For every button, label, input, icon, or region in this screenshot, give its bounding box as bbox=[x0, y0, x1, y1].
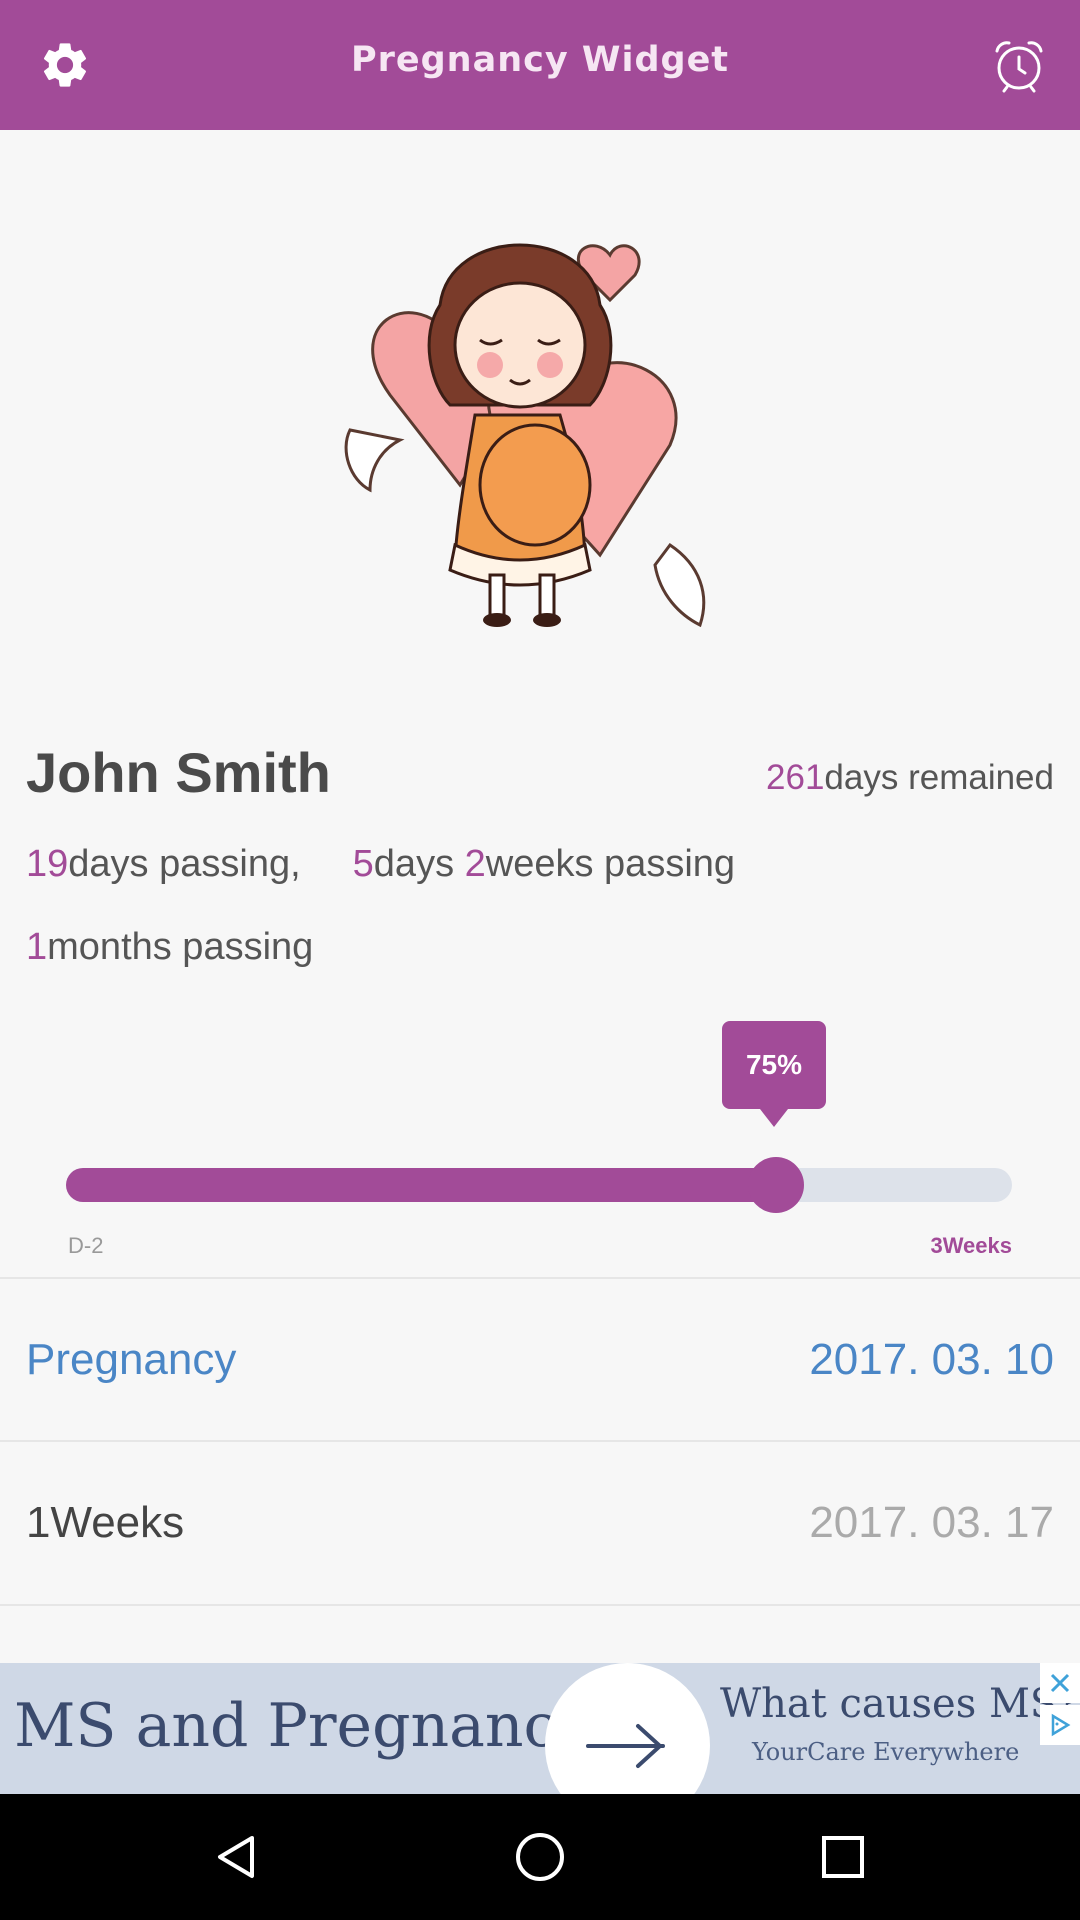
progress-percent-bubble: 75% bbox=[722, 1021, 826, 1127]
progress-bar[interactable] bbox=[66, 1157, 1012, 1213]
progress-fill bbox=[66, 1168, 776, 1202]
progress-start-label: D-2 bbox=[68, 1233, 104, 1258]
progress-end-label: 3Weeks bbox=[930, 1233, 1012, 1258]
ad-sponsor: YourCare Everywhere bbox=[752, 1738, 1020, 1766]
days-label: days bbox=[373, 843, 455, 885]
app-bar: Pregnancy Widget bbox=[0, 0, 1080, 130]
list-item-week[interactable]: 1Weeks 2017. 03. 17 bbox=[0, 1442, 1080, 1604]
days-number: 5 bbox=[352, 843, 374, 885]
ad-arrow-button[interactable] bbox=[545, 1663, 710, 1794]
ad-close-button[interactable] bbox=[1040, 1663, 1080, 1703]
days-remained-label: days remained bbox=[824, 758, 1054, 797]
ad-banner[interactable]: MS and Pregnancy What causes MS? YourCar… bbox=[0, 1663, 1080, 1794]
home-circle-icon bbox=[516, 1833, 564, 1881]
weeks-number: 2 bbox=[464, 843, 486, 885]
divider bbox=[0, 1604, 1080, 1606]
list-item-date: 2017. 03. 10 bbox=[809, 1335, 1054, 1384]
months-passing-label: months passing bbox=[47, 926, 314, 968]
ad-title: MS and Pregnancy bbox=[14, 1691, 592, 1761]
days-passing-label: days passing, bbox=[68, 843, 301, 885]
weeks-passing-label: weeks passing bbox=[485, 843, 736, 885]
progress-thumb[interactable] bbox=[747, 1157, 804, 1213]
close-icon bbox=[1050, 1673, 1070, 1693]
back-triangle-icon bbox=[218, 1836, 254, 1878]
user-name: John Smith bbox=[26, 741, 331, 804]
list-item-pregnancy[interactable]: Pregnancy 2017. 03. 10 bbox=[0, 1279, 1080, 1441]
app-title: Pregnancy Widget bbox=[350, 40, 730, 80]
back-button[interactable] bbox=[202, 1822, 272, 1892]
system-nav-bar bbox=[0, 1794, 1080, 1920]
months-number: 1 bbox=[26, 926, 48, 968]
ad-choices-icon bbox=[1051, 1713, 1071, 1737]
recents-button[interactable] bbox=[808, 1822, 878, 1892]
months-passing-row: 1months passing bbox=[26, 926, 313, 969]
list-item-label: Pregnancy bbox=[26, 1335, 237, 1384]
days-remained-number: 261 bbox=[766, 758, 825, 797]
list-item-label: 1Weeks bbox=[26, 1498, 185, 1547]
days-passing-number: 19 bbox=[26, 843, 69, 885]
home-button[interactable] bbox=[505, 1822, 575, 1892]
arrow-right-icon bbox=[585, 1723, 665, 1768]
alarm-button[interactable] bbox=[984, 30, 1054, 100]
days-remained: 261days remained bbox=[766, 758, 1054, 798]
recents-square-icon bbox=[822, 1836, 864, 1878]
pregnant-girl-illustration bbox=[344, 243, 706, 628]
ad-question: What causes MS? bbox=[720, 1681, 1079, 1727]
passing-stats-row: 19days passing, 5days 2weeks passing bbox=[26, 843, 735, 886]
ad-choices-button[interactable] bbox=[1040, 1705, 1080, 1745]
alarm-clock-icon bbox=[995, 41, 1043, 93]
list-item-date: 2017. 03. 17 bbox=[809, 1498, 1054, 1547]
